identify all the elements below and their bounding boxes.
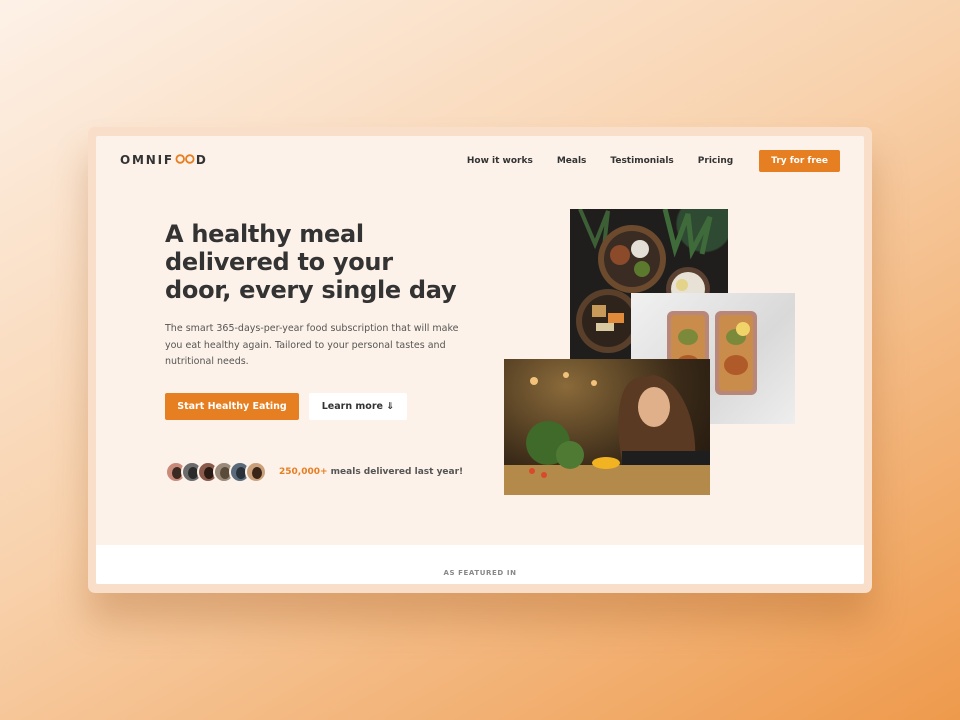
site-header: OMNIF D How it works Meals Testimonials … <box>96 136 864 184</box>
hero-description: The smart 365-days-per-year food subscri… <box>165 323 459 367</box>
start-healthy-eating-button[interactable]: Start Healthy Eating <box>165 393 299 420</box>
website-screen: OMNIF D How it works Meals Testimonials … <box>96 136 864 584</box>
hero-title: A healthy meal delivered to your door, e… <box>165 220 457 304</box>
nav-pricing[interactable]: Pricing <box>698 156 733 166</box>
main-nav: How it works Meals Testimonials Pricing … <box>467 150 840 172</box>
meals-delivered-stat: 250,000+ meals delivered last year! <box>279 467 463 477</box>
nav-meals[interactable]: Meals <box>557 156 587 166</box>
infinity-icon <box>175 153 195 167</box>
logo-text-suffix: D <box>195 153 208 167</box>
customer-avatars <box>165 461 267 483</box>
featured-in-section: AS FEATURED IN <box>96 545 864 584</box>
learn-more-button[interactable]: Learn more ⇓ <box>309 393 407 420</box>
logo-text-prefix: OMNIF <box>120 153 174 167</box>
try-for-free-button[interactable]: Try for free <box>759 150 840 172</box>
meals-delivered-text: meals delivered last year! <box>327 467 464 477</box>
woman-eating-photo <box>504 359 710 495</box>
nav-testimonials[interactable]: Testimonials <box>610 156 673 166</box>
avatar <box>245 461 267 483</box>
logo[interactable]: OMNIF D <box>120 153 208 167</box>
meals-delivered-count: 250,000+ <box>279 467 328 477</box>
featured-in-label: AS FEATURED IN <box>443 569 517 577</box>
nav-how-it-works[interactable]: How it works <box>467 156 533 166</box>
